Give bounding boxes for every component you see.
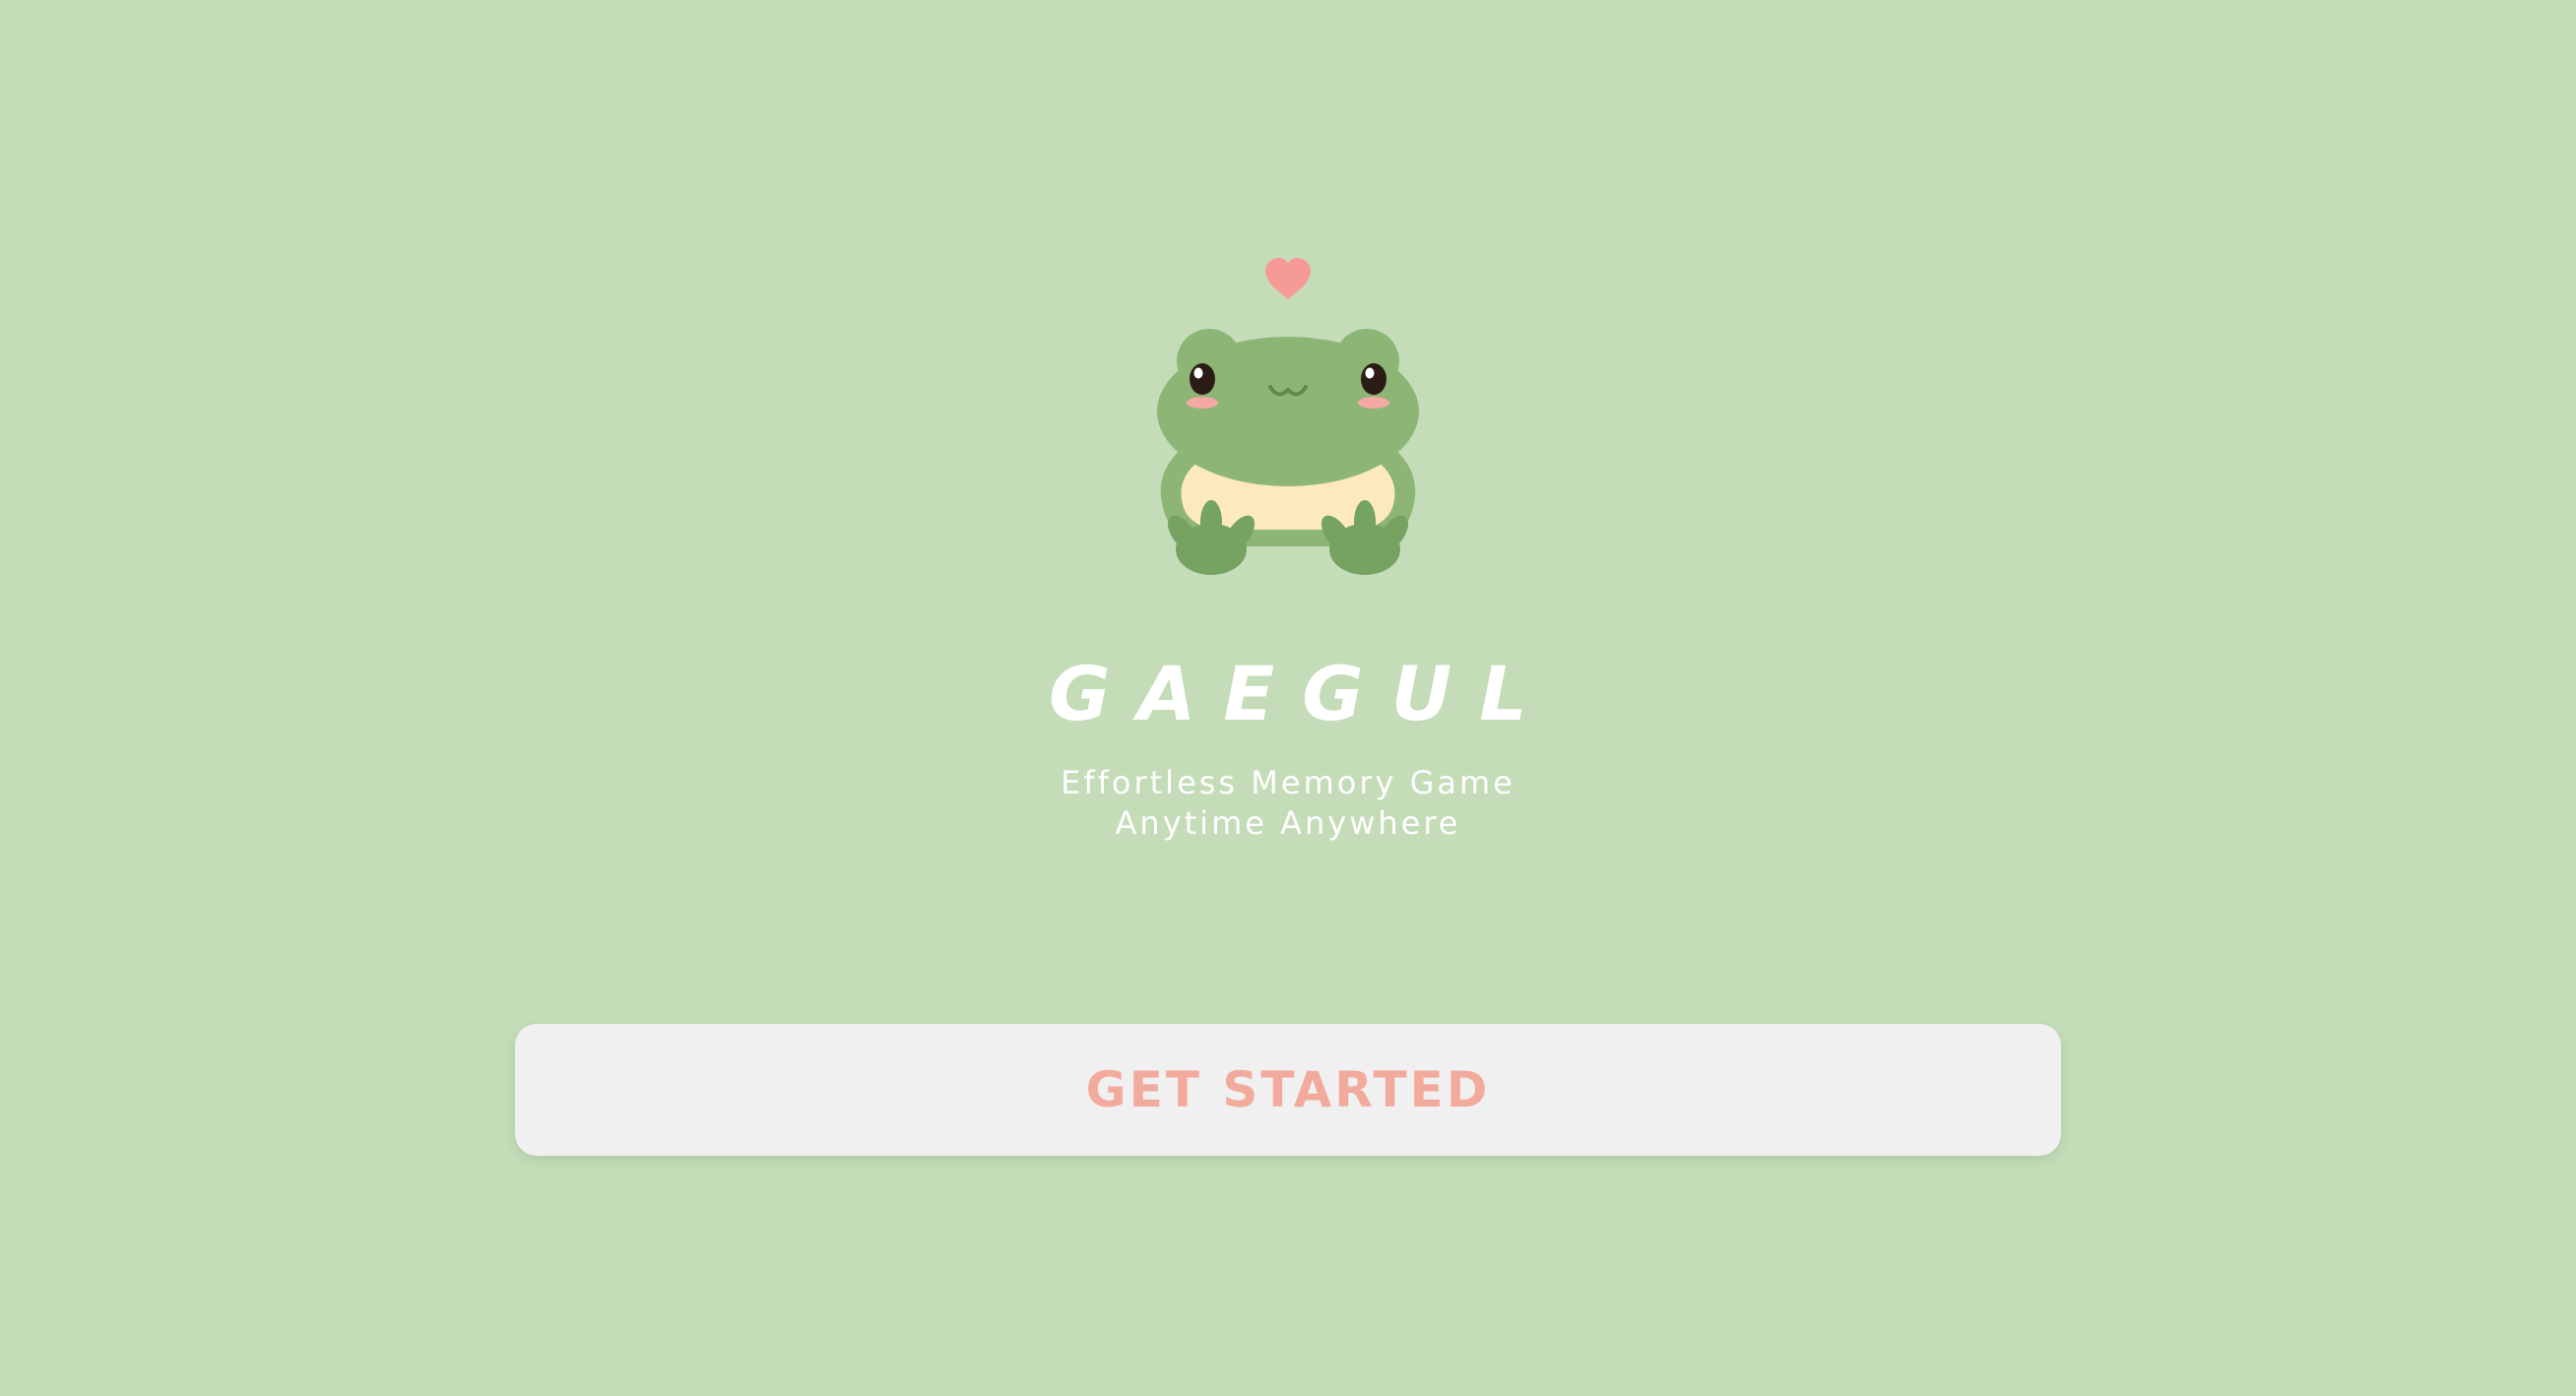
frog-mascot-icon (1157, 258, 1419, 575)
app-title: GAEGUL (1049, 650, 1555, 737)
get-started-label: GET STARTED (1085, 1061, 1491, 1118)
splash-screen: GAEGUL Effortless Memory Game Anytime An… (0, 0, 2576, 1396)
get-started-button[interactable]: GET STARTED (515, 1024, 2061, 1156)
tagline-line-1: Effortless Memory Game (1061, 764, 1515, 801)
tagline-line-2: Anytime Anywhere (1115, 804, 1461, 842)
heart-icon (1265, 258, 1311, 299)
frog-mascot (1140, 256, 1436, 591)
